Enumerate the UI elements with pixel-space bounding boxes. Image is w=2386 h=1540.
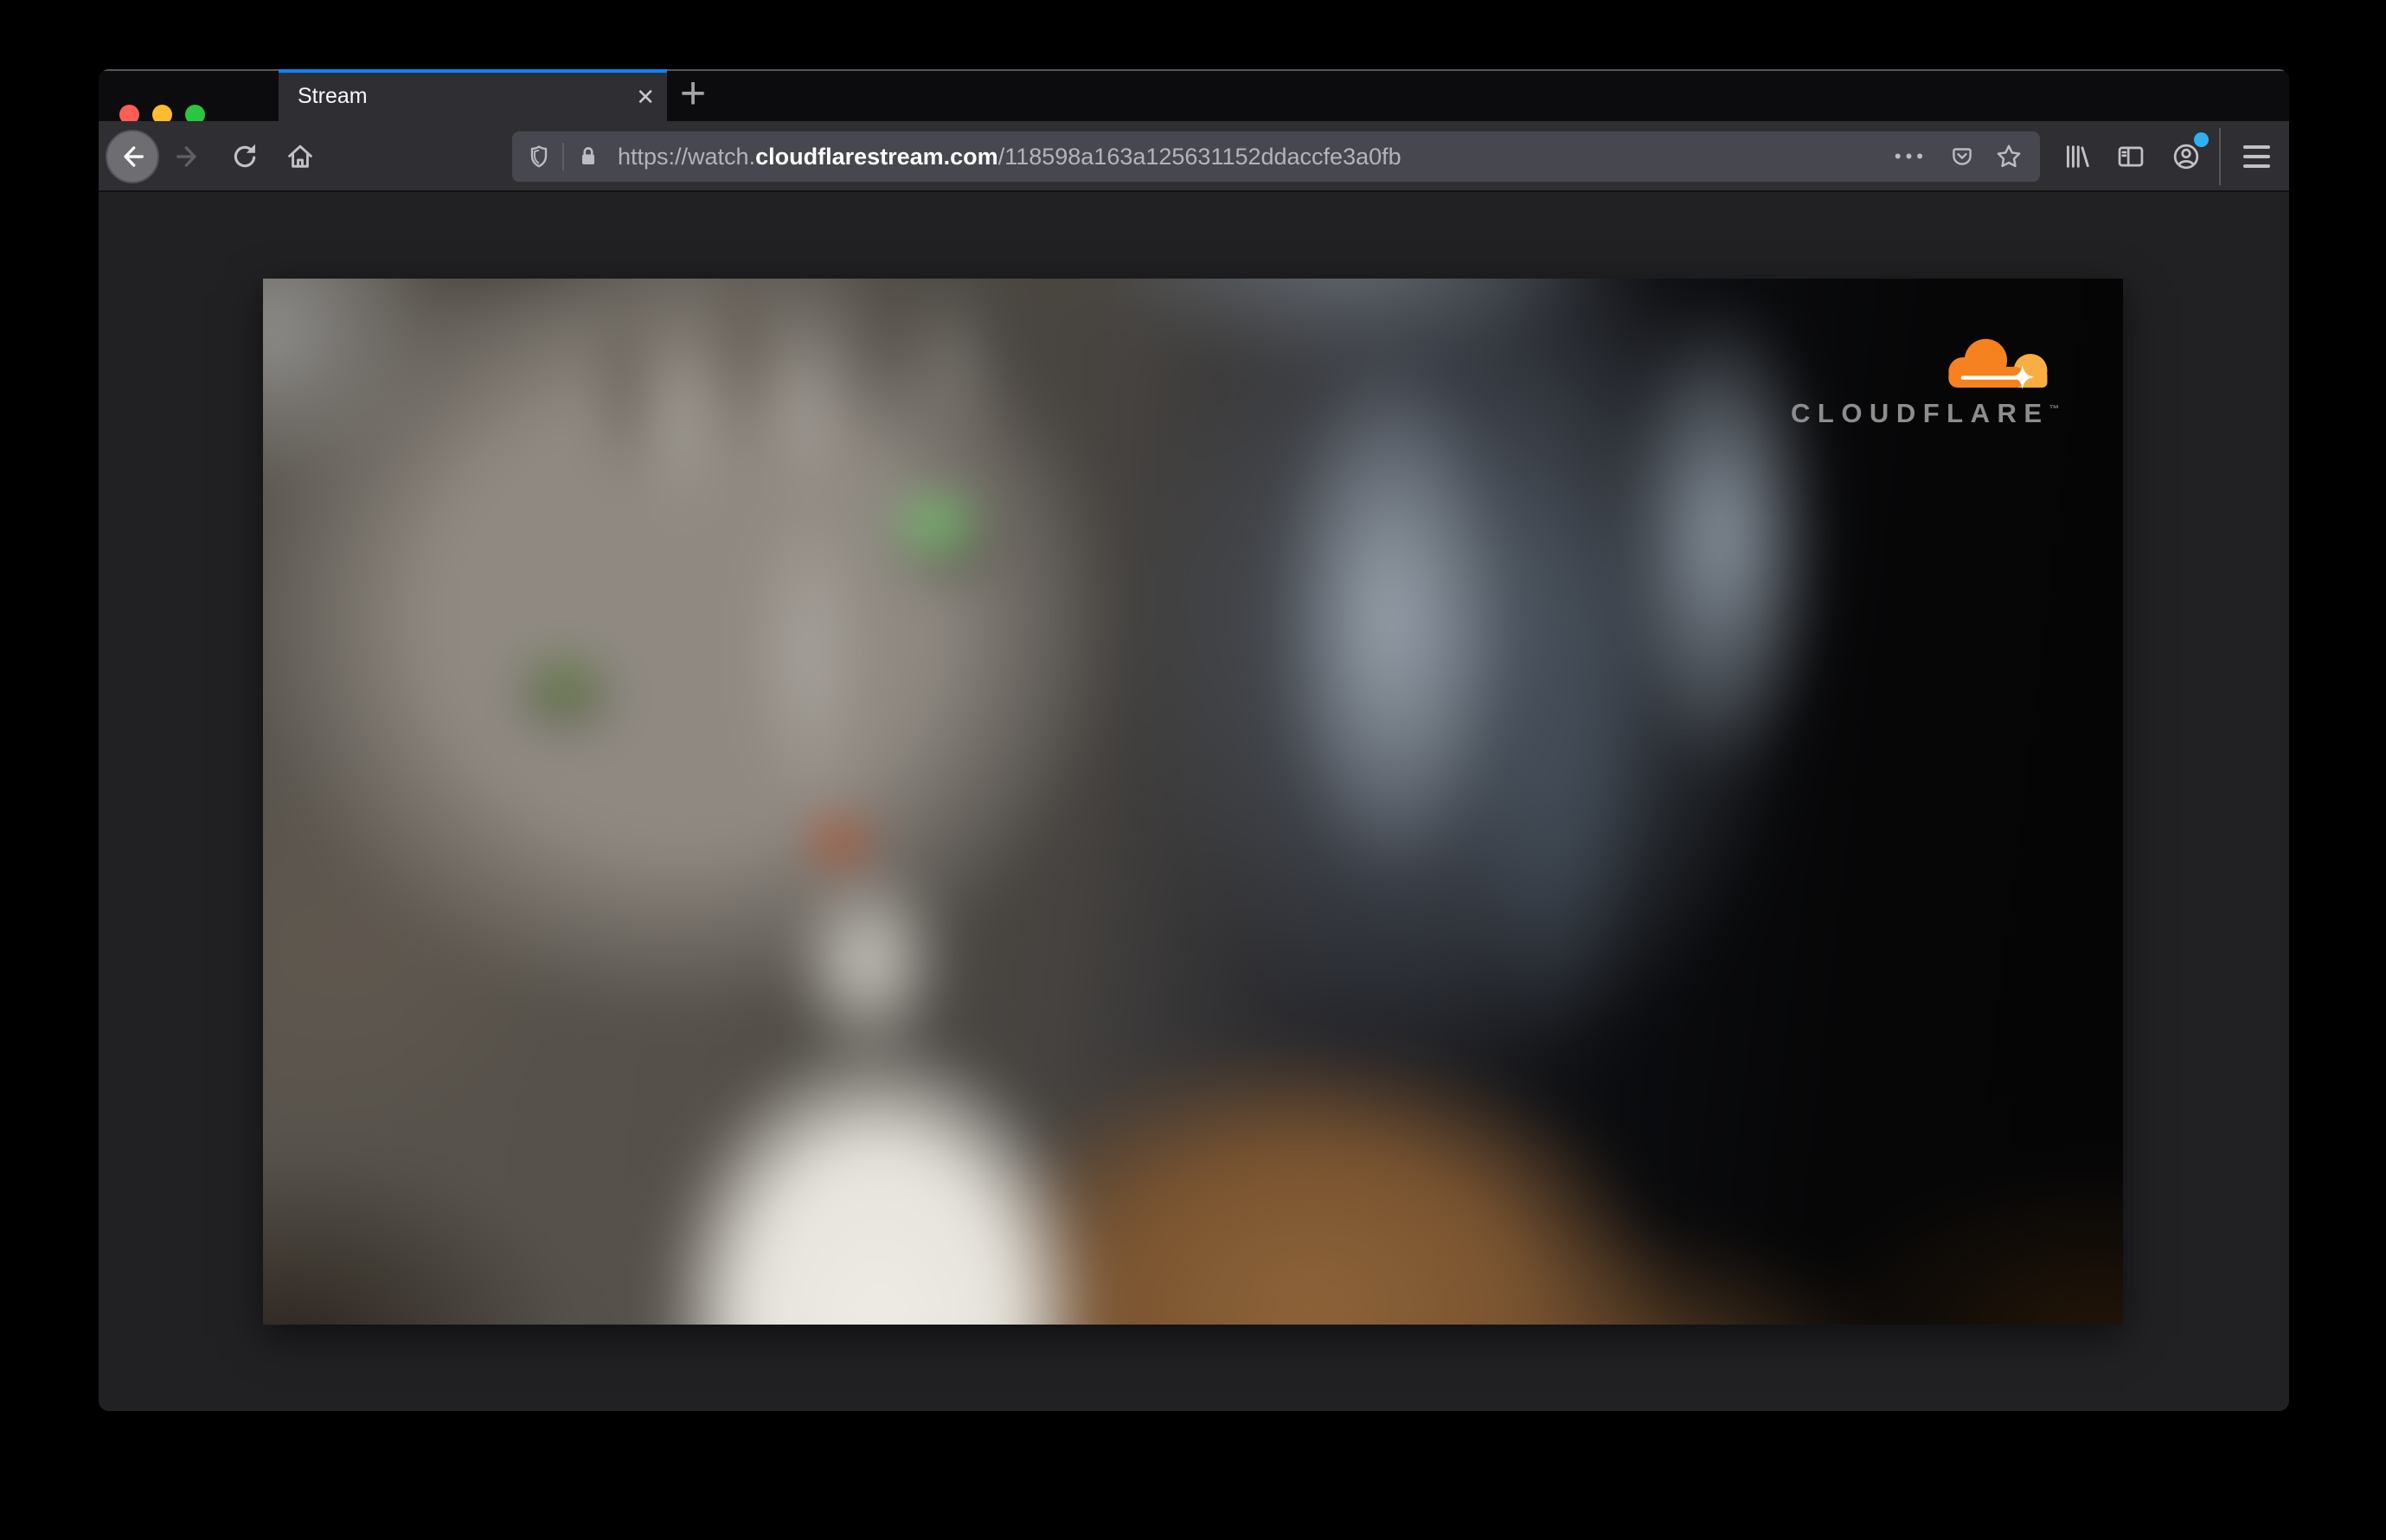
urlbar-divider bbox=[562, 143, 564, 170]
forward-arrow-icon bbox=[176, 146, 196, 167]
home-icon bbox=[288, 144, 312, 168]
page-content: CLOUDFLARE™ bbox=[99, 192, 2289, 1411]
reload-button[interactable] bbox=[224, 136, 266, 177]
watermark-brand-text: CLOUDFLARE bbox=[1791, 398, 2049, 428]
sidebar-button[interactable] bbox=[2110, 136, 2152, 177]
url-text: https://watch.cloudflarestream.com/11859… bbox=[618, 132, 1895, 182]
bookmark-star-icon[interactable] bbox=[1985, 142, 2033, 171]
page-actions-icon[interactable]: ••• bbox=[1895, 145, 1927, 168]
browser-window: Stream ✕ + https://watch.cloudflarestrea… bbox=[99, 69, 2289, 1411]
video-player[interactable]: CLOUDFLARE™ bbox=[263, 279, 2123, 1325]
url-bar[interactable]: https://watch.cloudflarestream.com/11859… bbox=[512, 132, 2040, 182]
back-arrow-icon bbox=[124, 146, 144, 167]
connection-secure-lock-icon[interactable] bbox=[569, 143, 607, 170]
cloudflare-watermark: CLOUDFLARE™ bbox=[1784, 327, 2078, 429]
cloudflare-cloud-icon bbox=[1948, 338, 2048, 390]
url-scheme-subdomain: https://watch. bbox=[618, 144, 756, 170]
close-tab-icon[interactable]: ✕ bbox=[636, 86, 655, 108]
desktop-background: Stream ✕ + https://watch.cloudflarestrea… bbox=[0, 0, 2386, 1540]
navigation-toolbar: https://watch.cloudflarestream.com/11859… bbox=[99, 121, 2289, 192]
plus-icon: + bbox=[679, 69, 707, 119]
url-path: /118598a163a125631152ddaccfe3a0fb bbox=[997, 144, 1401, 170]
forward-button[interactable] bbox=[167, 136, 208, 177]
tracking-protection-shield-icon[interactable] bbox=[521, 143, 557, 170]
library-button[interactable] bbox=[2056, 136, 2097, 177]
video-frame-blurry-cat bbox=[263, 279, 2123, 1325]
tab-bar: Stream ✕ + bbox=[99, 69, 2289, 125]
sidebar-icon bbox=[2118, 146, 2144, 167]
watermark-brand: CLOUDFLARE™ bbox=[1791, 398, 2078, 429]
back-button[interactable] bbox=[106, 130, 159, 183]
toolbar-divider bbox=[2219, 128, 2221, 185]
new-tab-button[interactable]: + bbox=[672, 69, 714, 119]
account-notification-dot bbox=[2194, 132, 2209, 147]
watermark-tm: ™ bbox=[2049, 402, 2060, 415]
pocket-icon[interactable] bbox=[1940, 143, 1985, 170]
account-button[interactable] bbox=[2165, 132, 2209, 177]
home-button[interactable] bbox=[279, 136, 321, 177]
url-domain: cloudflarestream.com bbox=[755, 144, 998, 170]
reload-icon bbox=[234, 144, 256, 168]
tab-stream[interactable]: Stream ✕ bbox=[279, 69, 667, 121]
hamburger-icon bbox=[2242, 145, 2270, 149]
tab-title: Stream bbox=[298, 84, 368, 108]
library-icon bbox=[2066, 145, 2089, 168]
menu-button[interactable] bbox=[2235, 136, 2277, 177]
